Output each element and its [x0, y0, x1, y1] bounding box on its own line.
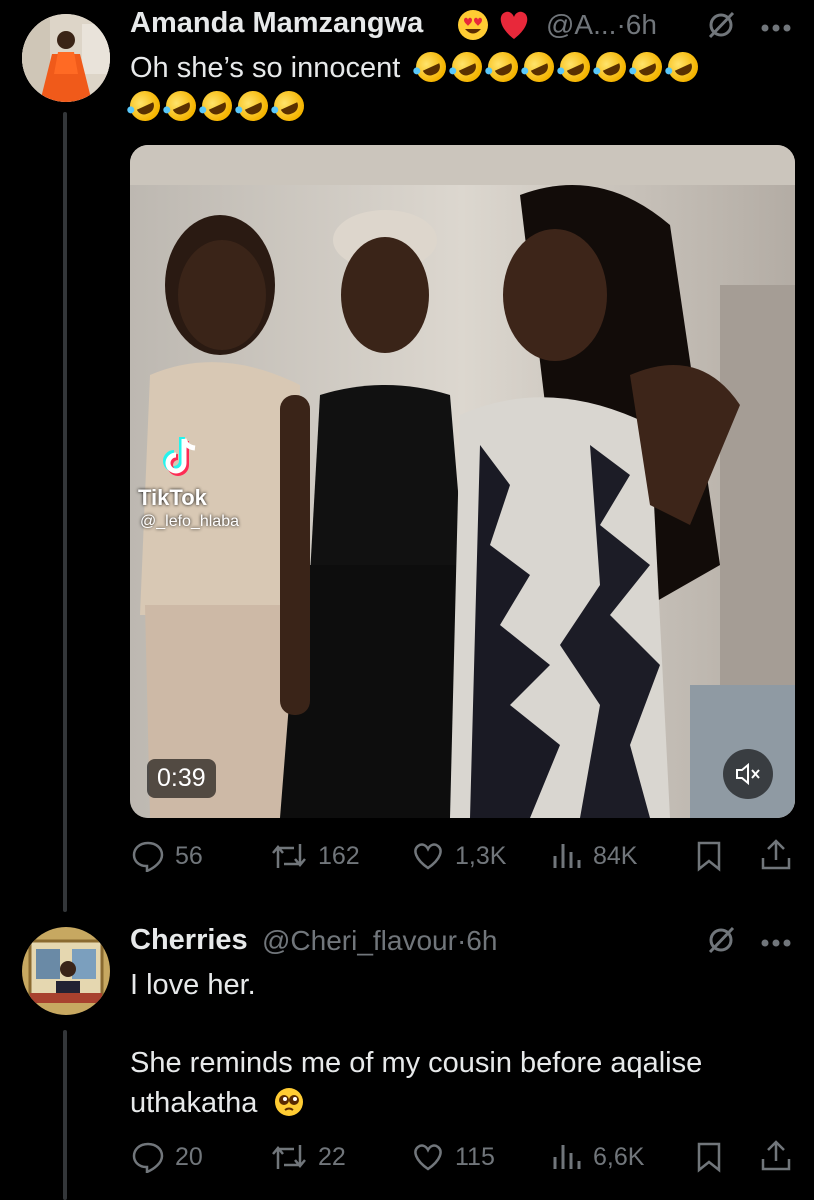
tweet-text-line1: Oh she’s so innocent [130, 52, 401, 84]
bookmark-icon[interactable] [694, 840, 724, 877]
rofl-icon [125, 86, 165, 126]
more-options-icon[interactable] [760, 20, 792, 38]
author-name-text: Cherries [130, 924, 248, 956]
repost-icon [272, 1145, 306, 1169]
author-name[interactable]: Cherries [130, 924, 248, 957]
thread-line [63, 112, 67, 912]
video-duration: 0:39 [147, 759, 216, 798]
repost-icon [272, 844, 306, 868]
video-player[interactable]: TikTok @_lefo_hlaba 0:39 [130, 145, 795, 818]
tweet-text-line2: She reminds me of my cousin before aqali… [130, 1047, 703, 1079]
views-button[interactable]: 6,6K [551, 1141, 644, 1173]
views-button[interactable]: 84K [551, 840, 637, 872]
rofl-icon [483, 47, 524, 87]
avatar-cherries[interactable] [22, 927, 110, 1015]
rofl-icon [233, 86, 273, 126]
video-frame [130, 145, 795, 818]
share-icon[interactable] [760, 1139, 792, 1178]
rofl-emoji-row-2 [125, 86, 310, 126]
smiling-face-heart-eyes-icon [456, 8, 490, 47]
bookmark-icon[interactable] [694, 1141, 724, 1178]
reply-icon [132, 1142, 164, 1173]
grok-icon[interactable] [706, 925, 736, 960]
grok-icon[interactable] [706, 10, 736, 45]
rofl-icon [411, 47, 452, 87]
repost-button[interactable]: 22 [270, 1141, 346, 1173]
tiktok-brand: TikTok [138, 485, 207, 510]
reply-icon [132, 841, 164, 872]
author-name-text: Amanda Mamzangwa [130, 7, 424, 39]
tiktok-logo-icon [158, 435, 204, 486]
avatar-image [22, 14, 110, 102]
rofl-icon [555, 47, 596, 87]
view-count: 84K [593, 841, 638, 870]
pleading-face-icon [273, 1086, 305, 1128]
rofl-icon [519, 47, 560, 87]
rofl-icon [161, 86, 201, 126]
tiktok-handle: @_lefo_hlaba [140, 513, 239, 530]
views-icon [553, 1145, 581, 1169]
like-count: 115 [455, 1142, 495, 1171]
reply-count: 56 [175, 841, 203, 870]
rofl-icon [663, 47, 704, 87]
rofl-icon [627, 47, 668, 87]
handle-time[interactable]: @A...·6h [546, 9, 657, 41]
avatar-amanda[interactable] [22, 14, 110, 102]
rofl-icon [269, 86, 309, 126]
avatar-image [22, 927, 110, 1015]
more-options-icon[interactable] [760, 935, 792, 953]
tweet-text-line3: uthakatha [130, 1084, 305, 1128]
like-count: 1,3K [455, 841, 507, 870]
repost-count: 162 [318, 841, 360, 870]
like-button[interactable]: 1,3K [411, 840, 506, 872]
repost-button[interactable]: 162 [270, 840, 360, 872]
rofl-emoji-row [411, 47, 704, 87]
reply-count: 20 [175, 1142, 203, 1171]
speaker-muted-icon[interactable] [723, 749, 773, 799]
rofl-icon [447, 47, 488, 87]
red-heart-icon [496, 8, 532, 47]
tweet-text: Oh she’s so innocent [130, 47, 704, 87]
tweet-text-line1: I love her. [130, 969, 256, 1001]
views-icon [553, 844, 581, 868]
heart-icon [414, 843, 442, 870]
author-name[interactable]: Amanda Mamzangwa [130, 7, 423, 40]
reply-button[interactable]: 56 [131, 840, 203, 872]
repost-count: 22 [318, 1142, 346, 1171]
handle-time[interactable]: @Cheri_flavour·6h [262, 925, 497, 957]
thread-line-reply [63, 1030, 67, 1200]
reply-button[interactable]: 20 [131, 1141, 203, 1173]
like-button[interactable]: 115 [411, 1141, 495, 1173]
view-count: 6,6K [593, 1142, 645, 1171]
rofl-icon [591, 47, 632, 87]
heart-icon [414, 1144, 442, 1171]
share-icon[interactable] [760, 838, 792, 877]
rofl-icon [197, 86, 237, 126]
